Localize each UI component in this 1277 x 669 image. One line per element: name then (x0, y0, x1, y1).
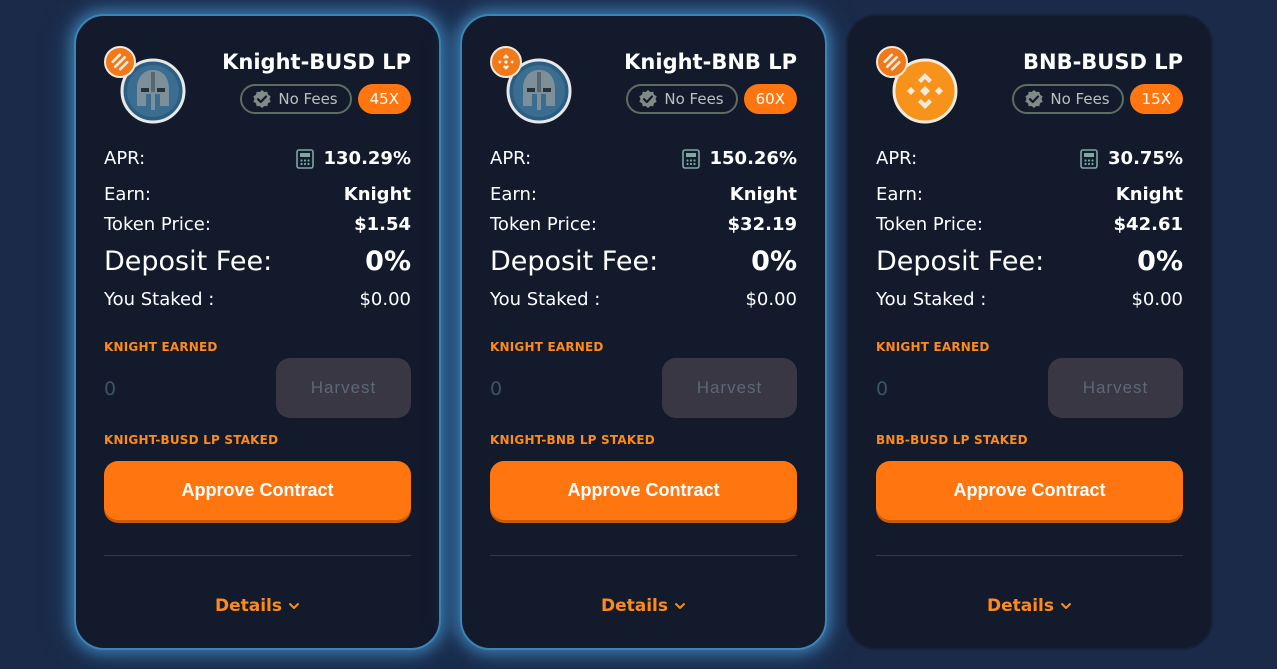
deposit-fee-value: 0% (1137, 246, 1183, 277)
multiplier-badge: 60X (743, 84, 797, 114)
apr-value: 130.29% (323, 148, 412, 169)
harvest-button[interactable]: Harvest (662, 358, 797, 418)
farm-card-bnb-busd: BNB-BUSD LP No Fees 15X APR: 30.75% Earn… (846, 14, 1213, 650)
earned-label: KNIGHT EARNED (876, 340, 990, 354)
no-fees-label: No Fees (1050, 90, 1110, 108)
divider (104, 555, 411, 556)
bnb-icon (490, 46, 522, 78)
calculator-icon[interactable] (295, 148, 315, 169)
staked-label: KNIGHT-BNB LP STAKED (490, 433, 655, 447)
token-price-label: Token Price: (490, 214, 597, 235)
token-price-row: Token Price: $32.19 (490, 214, 797, 235)
harvest-button[interactable]: Harvest (276, 358, 411, 418)
chevron-down-icon (289, 603, 299, 609)
details-label: Details (214, 596, 282, 616)
busd-icon (104, 46, 136, 78)
earn-row: Earn: Knight (876, 184, 1183, 205)
busd-icon (876, 46, 908, 78)
no-fees-label: No Fees (664, 90, 724, 108)
deposit-fee-row: Deposit Fee: 0% (104, 246, 411, 277)
pool-tags: No Fees 60X (626, 84, 797, 114)
divider (876, 555, 1183, 556)
deposit-fee-label: Deposit Fee: (490, 246, 659, 277)
you-staked-value: $0.00 (359, 289, 411, 310)
you-staked-label: You Staked : (104, 289, 215, 310)
earn-label: Earn: (490, 184, 537, 205)
earned-amount: 0 (490, 378, 503, 400)
pool-name: Knight-BUSD LP (222, 50, 411, 74)
verified-check-icon (639, 90, 658, 108)
deposit-fee-value: 0% (751, 246, 797, 277)
farm-card-knight-bnb: Knight-BNB LP No Fees 60X APR: 150.26% E… (460, 14, 827, 650)
farm-card-knight-busd: Knight-BUSD LP No Fees 45X APR: 130.29% … (74, 14, 441, 650)
earn-label: Earn: (876, 184, 923, 205)
details-label: Details (986, 596, 1054, 616)
pool-name: Knight-BNB LP (624, 50, 797, 74)
pool-tags: No Fees 15X (1012, 84, 1183, 114)
staked-label: KNIGHT-BUSD LP STAKED (104, 433, 279, 447)
token-price-row: Token Price: $1.54 (104, 214, 411, 235)
apr-label: APR: (104, 148, 146, 169)
apr-row: APR: 30.75% (876, 148, 1183, 169)
pool-tags: No Fees 45X (240, 84, 411, 114)
you-staked-label: You Staked : (490, 289, 601, 310)
no-fees-label: No Fees (278, 90, 338, 108)
token-price-value: $42.61 (1113, 214, 1183, 235)
approve-contract-button[interactable]: Approve Contract (104, 461, 411, 520)
apr-value: 150.26% (709, 148, 798, 169)
verified-check-icon (1025, 90, 1044, 108)
earn-row: Earn: Knight (490, 184, 797, 205)
token-price-label: Token Price: (104, 214, 211, 235)
verified-check-icon (253, 90, 272, 108)
apr-row: APR: 130.29% (104, 148, 411, 169)
divider (490, 555, 797, 556)
calculator-icon[interactable] (681, 148, 701, 169)
no-fees-badge: No Fees (1012, 84, 1124, 114)
apr-row: APR: 150.26% (490, 148, 797, 169)
token-price-row: Token Price: $42.61 (876, 214, 1183, 235)
apr-value: 30.75% (1108, 148, 1183, 169)
you-staked-value: $0.00 (745, 289, 797, 310)
details-toggle[interactable]: Details (462, 596, 825, 616)
no-fees-badge: No Fees (626, 84, 738, 114)
details-label: Details (600, 596, 668, 616)
you-staked-row: You Staked : $0.00 (876, 289, 1183, 310)
you-staked-row: You Staked : $0.00 (490, 289, 797, 310)
calculator-icon[interactable] (1079, 148, 1099, 169)
deposit-fee-label: Deposit Fee: (876, 246, 1045, 277)
earned-amount: 0 (104, 378, 117, 400)
approve-contract-button[interactable]: Approve Contract (490, 461, 797, 520)
chevron-down-icon (675, 603, 685, 609)
deposit-fee-row: Deposit Fee: 0% (876, 246, 1183, 277)
multiplier-badge: 15X (1129, 84, 1183, 114)
earn-label: Earn: (104, 184, 151, 205)
staked-label: BNB-BUSD LP STAKED (876, 433, 1028, 447)
you-staked-value: $0.00 (1131, 289, 1183, 310)
multiplier-badge: 45X (357, 84, 411, 114)
pool-name: BNB-BUSD LP (1022, 50, 1183, 74)
earn-value: Knight (343, 184, 411, 205)
you-staked-row: You Staked : $0.00 (104, 289, 411, 310)
apr-label: APR: (876, 148, 918, 169)
deposit-fee-label: Deposit Fee: (104, 246, 273, 277)
earned-label: KNIGHT EARNED (104, 340, 218, 354)
approve-contract-button[interactable]: Approve Contract (876, 461, 1183, 520)
earned-label: KNIGHT EARNED (490, 340, 604, 354)
earn-value: Knight (729, 184, 797, 205)
no-fees-badge: No Fees (240, 84, 352, 114)
apr-label: APR: (490, 148, 532, 169)
token-price-value: $32.19 (727, 214, 797, 235)
harvest-button[interactable]: Harvest (1048, 358, 1183, 418)
earn-row: Earn: Knight (104, 184, 411, 205)
you-staked-label: You Staked : (876, 289, 987, 310)
token-price-label: Token Price: (876, 214, 983, 235)
earned-amount: 0 (876, 378, 889, 400)
deposit-fee-row: Deposit Fee: 0% (490, 246, 797, 277)
token-price-value: $1.54 (354, 214, 411, 235)
chevron-down-icon (1061, 603, 1071, 609)
deposit-fee-value: 0% (365, 246, 411, 277)
earn-value: Knight (1115, 184, 1183, 205)
details-toggle[interactable]: Details (848, 596, 1211, 616)
details-toggle[interactable]: Details (76, 596, 439, 616)
